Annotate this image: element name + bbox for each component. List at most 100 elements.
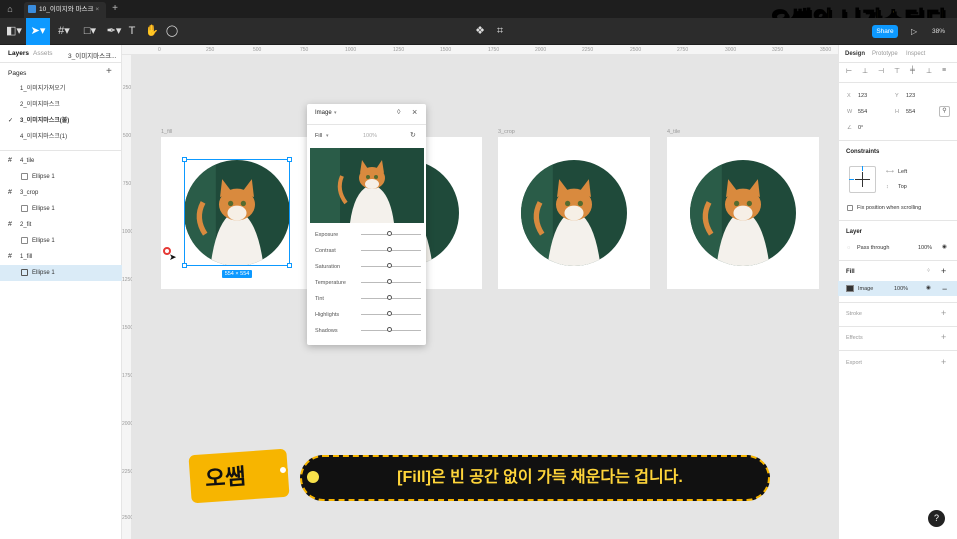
slider-knob[interactable]: [387, 279, 392, 284]
tab-file[interactable]: 10_이미지와 마스크 ×: [24, 2, 106, 18]
align-top-icon[interactable]: ⊤: [894, 67, 900, 75]
tab-design[interactable]: Design: [845, 51, 865, 57]
layer-ellipse-selected[interactable]: Ellipse 1: [0, 265, 122, 281]
divider: [0, 62, 122, 63]
add-stroke-icon[interactable]: +: [941, 308, 946, 318]
page-item[interactable]: 2_이미지마스크: [0, 97, 122, 113]
close-icon[interactable]: ×: [412, 107, 417, 117]
layer-frame[interactable]: 4_tile: [0, 153, 122, 169]
rotate-icon[interactable]: ↻: [410, 131, 416, 139]
image-preview[interactable]: [310, 148, 424, 223]
selection-box[interactable]: [184, 159, 290, 266]
align-left-icon[interactable]: ⊢: [846, 67, 852, 75]
move-tool-icon[interactable]: ➤▾: [26, 18, 50, 45]
frame-tool-icon[interactable]: #▾: [52, 18, 76, 45]
resize-handle[interactable]: [287, 157, 292, 162]
home-icon[interactable]: ⌂: [0, 0, 20, 18]
frame-label[interactable]: 4_tile: [667, 129, 680, 135]
close-icon[interactable]: ×: [95, 6, 99, 13]
layer-frame[interactable]: 1_fill: [0, 249, 122, 265]
align-center-h-icon[interactable]: ⊥: [862, 67, 868, 75]
layer-ellipse[interactable]: Ellipse 1: [0, 169, 122, 185]
zoom-level[interactable]: 38%: [932, 25, 945, 38]
main-menu-icon[interactable]: ◧▾: [2, 18, 26, 45]
tab-layers[interactable]: Layers: [8, 50, 29, 57]
share-button[interactable]: Share: [872, 25, 898, 38]
resize-handle[interactable]: [182, 263, 187, 268]
cat-ellipse-image[interactable]: [521, 160, 627, 266]
page-item[interactable]: 1_이미지가져오기: [0, 81, 122, 97]
divider: [838, 140, 957, 141]
slider-knob[interactable]: [387, 247, 392, 252]
layer-frame[interactable]: 3_crop: [0, 185, 122, 201]
shape-tool-icon[interactable]: □▾: [78, 18, 102, 45]
ruler-tick: 1000: [345, 47, 357, 53]
crop-icon[interactable]: ⌗: [488, 18, 512, 45]
ruler-tick: 1000: [122, 229, 134, 235]
align-bottom-icon[interactable]: ⊥: [926, 67, 932, 75]
layer-ellipse[interactable]: Ellipse 1: [0, 201, 122, 217]
ruler-tick: 3250: [772, 47, 784, 53]
divider: [838, 260, 957, 261]
x-input[interactable]: 123: [858, 93, 867, 99]
frame-label[interactable]: 1_fill: [161, 129, 172, 135]
constraint-vertical-select[interactable]: Top: [898, 184, 907, 190]
fill-mode-dropdown[interactable]: Fill: [315, 133, 322, 139]
page-item[interactable]: 4_이미지마스크(1): [0, 129, 122, 145]
chevron-down-icon[interactable]: ▾: [334, 110, 337, 116]
add-tab-button[interactable]: +: [108, 0, 122, 18]
fix-position-checkbox[interactable]: [847, 205, 853, 211]
slider-knob[interactable]: [387, 295, 392, 300]
blend-mode-select[interactable]: Pass through: [857, 245, 889, 251]
constraint-horizontal-select[interactable]: Left: [898, 169, 907, 175]
align-middle-v-icon[interactable]: ╪: [910, 67, 915, 74]
divider: [0, 150, 122, 151]
help-button[interactable]: ?: [928, 510, 945, 527]
add-fill-icon[interactable]: +: [941, 266, 946, 276]
popup-title[interactable]: Image: [315, 110, 332, 116]
distribute-icon[interactable]: ≡: [942, 67, 946, 74]
align-right-icon[interactable]: ⊣: [878, 67, 884, 75]
h-input[interactable]: 554: [906, 109, 915, 115]
image-fill-swatch[interactable]: [846, 285, 854, 292]
layer-ellipse[interactable]: Ellipse 1: [0, 233, 122, 249]
adjustment-label: Temperature: [315, 280, 346, 286]
constrain-proportions-icon[interactable]: ⚲: [939, 106, 950, 117]
fill-opacity[interactable]: 100%: [894, 286, 908, 292]
remove-fill-icon[interactable]: −: [942, 284, 947, 294]
frame-label[interactable]: 3_crop: [498, 129, 515, 135]
slider-knob[interactable]: [387, 311, 392, 316]
style-icon[interactable]: ◊: [397, 109, 400, 116]
slider-knob[interactable]: [387, 327, 392, 332]
present-icon[interactable]: ▷: [911, 25, 917, 38]
fill-styles-icon[interactable]: ⁘: [926, 268, 931, 274]
comment-tool-icon[interactable]: ◯: [160, 18, 184, 45]
constraints-header: Constraints: [846, 149, 880, 155]
ruler-tick: 1750: [122, 373, 134, 379]
slider-knob[interactable]: [387, 231, 392, 236]
slider-knob[interactable]: [387, 263, 392, 268]
current-page-dropdown[interactable]: 3_이미지마스크...: [68, 50, 117, 60]
resize-handle[interactable]: [182, 157, 187, 162]
add-page-button[interactable]: +: [106, 66, 112, 77]
tab-inspect[interactable]: Inspect: [906, 51, 925, 57]
divider: [838, 302, 957, 303]
tab-prototype[interactable]: Prototype: [872, 51, 898, 57]
add-effect-icon[interactable]: +: [941, 332, 946, 342]
layer-frame[interactable]: 2_fit: [0, 217, 122, 233]
page-item-current[interactable]: 3_이미지마스크(불): [0, 113, 122, 129]
cat-ellipse-image[interactable]: [690, 160, 796, 266]
eye-icon[interactable]: ◉: [942, 244, 947, 250]
export-header: Export: [846, 360, 862, 366]
add-export-icon[interactable]: +: [941, 357, 946, 367]
eye-icon[interactable]: ◉: [926, 285, 931, 291]
fill-type-label[interactable]: Image: [858, 286, 873, 292]
tab-assets[interactable]: Assets: [33, 50, 53, 57]
layer-opacity[interactable]: 100%: [918, 245, 932, 251]
ruler-tick: 750: [300, 47, 309, 53]
resize-handle[interactable]: [287, 263, 292, 268]
y-input[interactable]: 123: [906, 93, 915, 99]
rotation-input[interactable]: 0°: [858, 125, 863, 131]
chevron-down-icon[interactable]: ▾: [326, 133, 329, 139]
w-input[interactable]: 554: [858, 109, 867, 115]
